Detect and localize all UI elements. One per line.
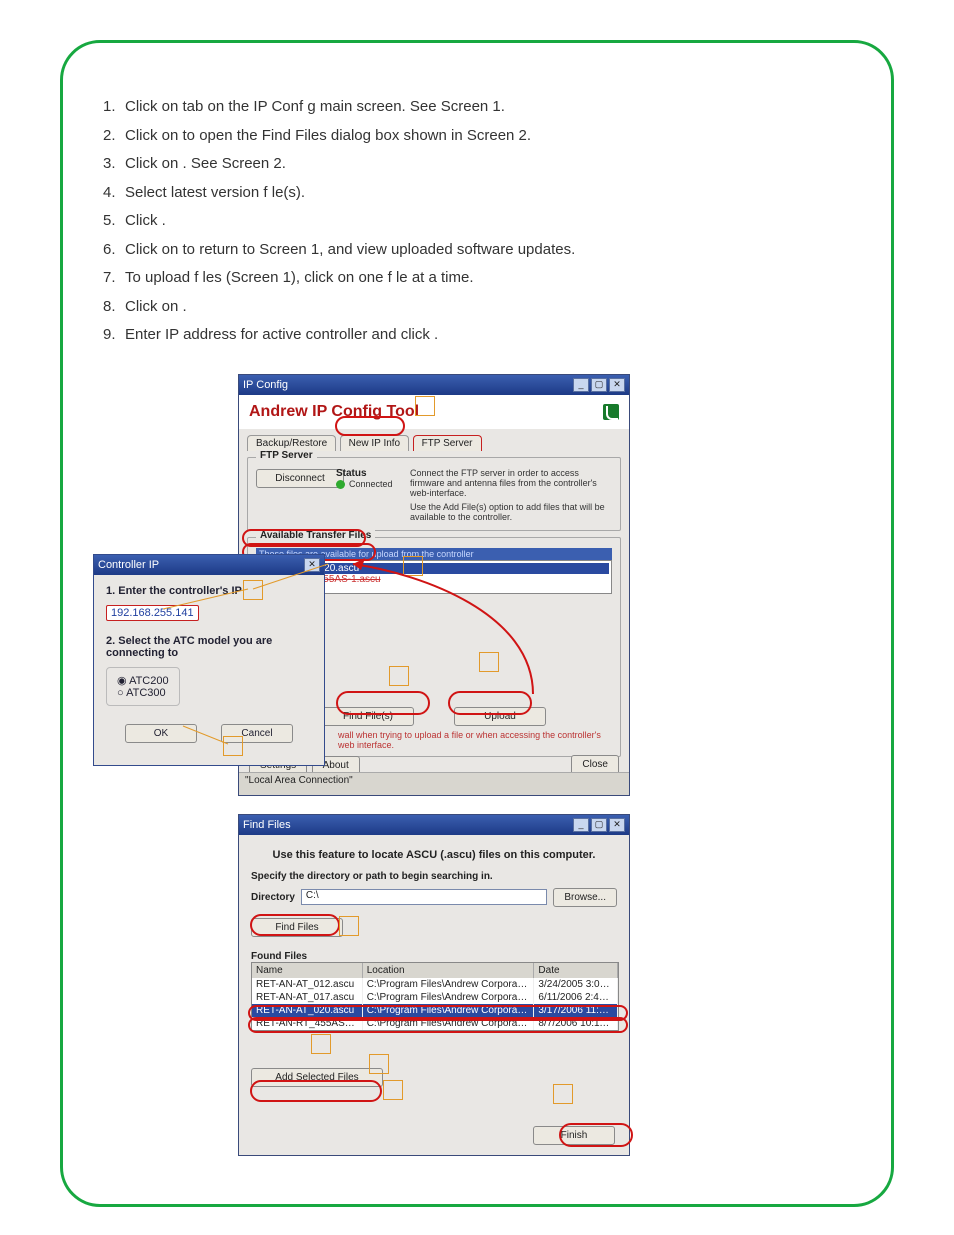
close-icon[interactable]: ✕	[304, 558, 320, 572]
step-text: Click .	[125, 207, 851, 236]
callout-marker	[403, 556, 423, 576]
status-dot-icon	[336, 480, 345, 489]
found-files-table[interactable]: Name Location Date RET-AN-AT_012.ascuC:\…	[251, 962, 619, 1031]
step-number: 3.	[103, 150, 125, 179]
col-location: Location	[363, 963, 535, 978]
step-number: 8.	[103, 293, 125, 322]
close-icon[interactable]: ✕	[609, 378, 625, 392]
radio-atc200[interactable]: ◉ ATC200	[117, 674, 169, 687]
ftp-help-text-1: Connect the FTP server in order to acces…	[410, 468, 612, 498]
table-row[interactable]: RET-AN-AT_020.ascuC:\Program Files\Andre…	[252, 1004, 618, 1017]
screenshots-area: IP Config _ ▢ ✕ Andrew IP Config Tool Ba…	[103, 374, 851, 1164]
wall-note: wall when trying to upload a file or whe…	[338, 730, 612, 750]
window-title: IP Config	[243, 379, 288, 391]
find-files-headline: Use this feature to locate ASCU (.ascu) …	[251, 849, 617, 861]
callout-marker	[383, 1080, 403, 1100]
close-icon[interactable]: ✕	[609, 818, 625, 832]
avail-legend: Available Transfer Files	[256, 530, 375, 541]
step-text: Click on tab on the IP Conf g main scree…	[125, 93, 851, 122]
step-number: 1.	[103, 93, 125, 122]
find-files-button[interactable]: Find Files	[251, 918, 343, 937]
callout-marker	[389, 666, 409, 686]
disconnect-button[interactable]: Disconnect	[256, 469, 344, 488]
radio-group: ◉ ATC200 ○ ATC300	[106, 667, 180, 706]
dialog-title: Controller IP	[98, 559, 159, 571]
brand-logo-icon	[603, 404, 619, 420]
col-name: Name	[252, 963, 363, 978]
tab-strip: Backup/Restore New IP Info FTP Server	[239, 429, 629, 451]
step-number: 5.	[103, 207, 125, 236]
step-number: 9.	[103, 321, 125, 350]
callout-marker	[479, 652, 499, 672]
callout-marker	[311, 1034, 331, 1054]
step-number: 4.	[103, 179, 125, 208]
radio-atc300[interactable]: ○ ATC300	[117, 687, 169, 699]
directory-input[interactable]: C:\	[301, 889, 547, 905]
ip-input[interactable]: 192.168.255.141	[106, 605, 199, 621]
callout-marker	[339, 916, 359, 936]
found-files-legend: Found Files	[251, 951, 617, 962]
find-files-window: Find Files _ ▢ ✕ Use this feature to loc…	[238, 814, 630, 1156]
window-titlebar: IP Config _ ▢ ✕	[239, 375, 629, 395]
tab-ftp-server[interactable]: FTP Server	[413, 435, 482, 451]
ftp-legend: FTP Server	[256, 450, 317, 461]
status-value: Connected	[336, 479, 402, 489]
directory-label: Directory	[251, 892, 295, 903]
step-number: 6.	[103, 236, 125, 265]
status-label: Status	[336, 468, 402, 479]
ftp-server-group: FTP Server Disconnect Status Connected C…	[247, 457, 621, 531]
step-number: 2.	[103, 122, 125, 151]
step-text: To upload f les (Screen 1), click on one…	[125, 264, 851, 293]
app-heading: Andrew IP Config Tool	[249, 403, 419, 421]
callout-marker	[415, 396, 435, 416]
col-date: Date	[534, 963, 618, 978]
instruction-steps: 1.Click on tab on the IP Conf g main scr…	[103, 93, 851, 350]
upload-button[interactable]: Upload	[454, 707, 546, 726]
tab-backup-restore[interactable]: Backup/Restore	[247, 435, 336, 451]
window-controls: _ ▢ ✕	[573, 378, 625, 392]
window-title: Find Files	[243, 819, 291, 831]
finish-button[interactable]: Finish	[533, 1126, 615, 1145]
add-selected-files-button[interactable]: Add Selected Files	[251, 1068, 383, 1087]
step-text: Select latest version f le(s).	[125, 179, 851, 208]
step-text: Click on . See Screen 2.	[125, 150, 851, 179]
tab-new-ip-info[interactable]: New IP Info	[340, 435, 410, 451]
callout-marker	[243, 580, 263, 600]
controller-ip-dialog: Controller IP ✕ 1. Enter the controller'…	[93, 554, 325, 766]
callout-marker	[553, 1084, 573, 1104]
browse-button[interactable]: Browse...	[553, 888, 617, 907]
maximize-icon[interactable]: ▢	[591, 378, 607, 392]
minimize-icon[interactable]: _	[573, 378, 589, 392]
step-text: Enter IP address for active controller a…	[125, 321, 851, 350]
step-text: Click on to open the Find Files dialog b…	[125, 122, 851, 151]
find-files-button[interactable]: Find File(s)	[322, 707, 414, 726]
specify-label: Specify the directory or path to begin s…	[251, 871, 617, 882]
step2-label: 2. Select the ATC model you are connecti…	[106, 635, 312, 659]
step-text: Click on .	[125, 293, 851, 322]
table-row[interactable]: RET-AN-RT_455AS-1.a…C:\Program Files\And…	[252, 1017, 618, 1030]
ftp-help-text-2: Use the Add File(s) option to add files …	[410, 502, 612, 522]
table-row[interactable]: RET-AN-AT_017.ascuC:\Program Files\Andre…	[252, 991, 618, 1004]
table-row[interactable]: RET-AN-AT_012.ascuC:\Program Files\Andre…	[252, 978, 618, 991]
step1-label: 1. Enter the controller's IP	[106, 585, 312, 597]
maximize-icon[interactable]: ▢	[591, 818, 607, 832]
minimize-icon[interactable]: _	[573, 818, 589, 832]
callout-marker	[223, 736, 243, 756]
step-number: 7.	[103, 264, 125, 293]
status-bar: "Local Area Connection"	[239, 772, 629, 795]
callout-marker	[369, 1054, 389, 1074]
ok-button[interactable]: OK	[125, 724, 197, 743]
step-text: Click on to return to Screen 1, and view…	[125, 236, 851, 265]
